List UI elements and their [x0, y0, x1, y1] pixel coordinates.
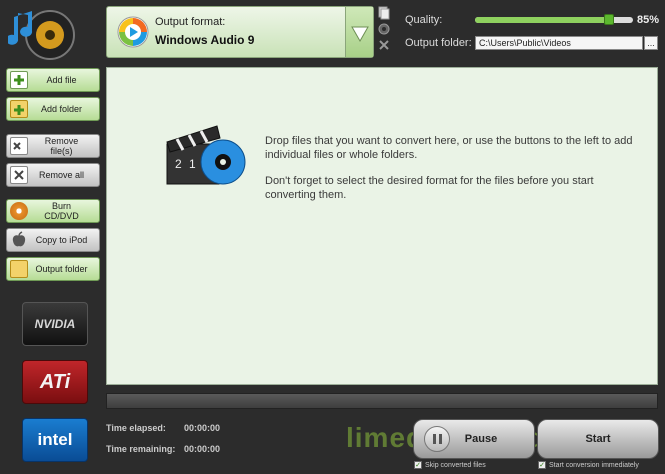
skip-converted-checkbox[interactable]: ✓ Skip converted files: [414, 461, 486, 469]
intel-logo: intel: [22, 418, 88, 462]
quality-slider-fill: [475, 17, 610, 23]
time-remaining-value: 00:00:00: [184, 444, 221, 454]
drop-instructions: Drop files that you want to convert here…: [265, 134, 645, 202]
time-remaining-label: Time remaining:: [106, 444, 176, 454]
format-options-icons: [378, 6, 392, 54]
add-folder-button[interactable]: Add folder: [6, 97, 100, 121]
output-folder-field[interactable]: C:\Users\Public\Videos: [475, 36, 643, 50]
start-button[interactable]: Start: [537, 419, 659, 459]
checkbox-checked-icon[interactable]: ✓: [538, 461, 546, 469]
folder-icon: [10, 260, 28, 278]
sidebar-item-label: Burn CD/DVD: [44, 201, 79, 221]
browse-folder-button[interactable]: ...: [644, 36, 658, 50]
drop-instructions-line2: Don't forget to select the desired forma…: [265, 175, 594, 201]
sidebar-item-label: Add file: [46, 75, 77, 85]
output-format-selector[interactable]: Output format: Windows Audio 9: [106, 6, 374, 58]
clapperboard-icon: 2 1: [163, 122, 253, 188]
start-immediately-checkbox[interactable]: ✓ Start conversion immediately: [538, 461, 639, 469]
output-format-label: Output format:: [155, 16, 226, 28]
add-file-button[interactable]: Add file: [6, 68, 100, 92]
quality-slider-thumb[interactable]: [604, 14, 615, 25]
start-button-label: Start: [585, 433, 611, 445]
remove-all-icon: [10, 166, 28, 184]
pause-button-label: Pause: [464, 433, 498, 445]
ati-logo: ATi: [22, 360, 88, 404]
quality-value: 85%: [637, 14, 660, 26]
skip-converted-label: Skip converted files: [425, 461, 486, 469]
conversion-progress-bar: [106, 393, 658, 409]
gear-icon[interactable]: [378, 22, 390, 36]
sidebar-item-label: Remove all: [38, 170, 85, 180]
time-elapsed-label: Time elapsed:: [106, 423, 166, 433]
chevron-down-icon: [351, 26, 369, 43]
disc-icon: [10, 202, 28, 220]
copy-icon[interactable]: [378, 6, 390, 20]
burn-cd-dvd-button[interactable]: Burn CD/DVD: [6, 199, 100, 223]
remove-file-icon: [10, 137, 28, 155]
windows-media-icon: [117, 16, 149, 48]
time-elapsed-value: 00:00:00: [184, 423, 221, 433]
svg-text:2: 2: [175, 157, 182, 171]
add-folder-icon: [10, 100, 28, 118]
app-logo: [6, 5, 78, 61]
pause-button[interactable]: Pause: [413, 419, 535, 459]
copy-to-ipod-button[interactable]: Copy to iPod: [6, 228, 100, 252]
quality-slider[interactable]: [475, 14, 633, 25]
remove-all-button[interactable]: Remove all: [6, 163, 100, 187]
sidebar-item-label: Remove file(s): [44, 136, 79, 156]
close-icon[interactable]: [378, 38, 390, 52]
sidebar-item-label: Output folder: [35, 264, 88, 274]
drop-instructions-line1: Drop files that you want to convert here…: [265, 135, 633, 161]
output-folder-label: Output folder:: [405, 37, 472, 49]
file-drop-area[interactable]: 2 1 Drop files that you want to convert …: [106, 67, 658, 385]
nvidia-logo: NVIDIA: [22, 302, 88, 346]
quality-label: Quality:: [405, 14, 443, 26]
sidebar-item-label: Add folder: [40, 104, 83, 114]
apple-icon: [10, 231, 28, 249]
output-format-value: Windows Audio 9: [155, 33, 255, 47]
remove-files-button[interactable]: Remove file(s): [6, 134, 100, 158]
sidebar-item-label: Copy to iPod: [35, 235, 88, 245]
checkbox-checked-icon[interactable]: ✓: [414, 461, 422, 469]
add-file-icon: [10, 71, 28, 89]
pause-icon: [424, 426, 450, 452]
svg-text:1: 1: [189, 157, 196, 171]
output-folder-button[interactable]: Output folder: [6, 257, 100, 281]
format-dropdown-button[interactable]: [345, 7, 373, 57]
start-immediately-label: Start conversion immediately: [549, 461, 639, 469]
